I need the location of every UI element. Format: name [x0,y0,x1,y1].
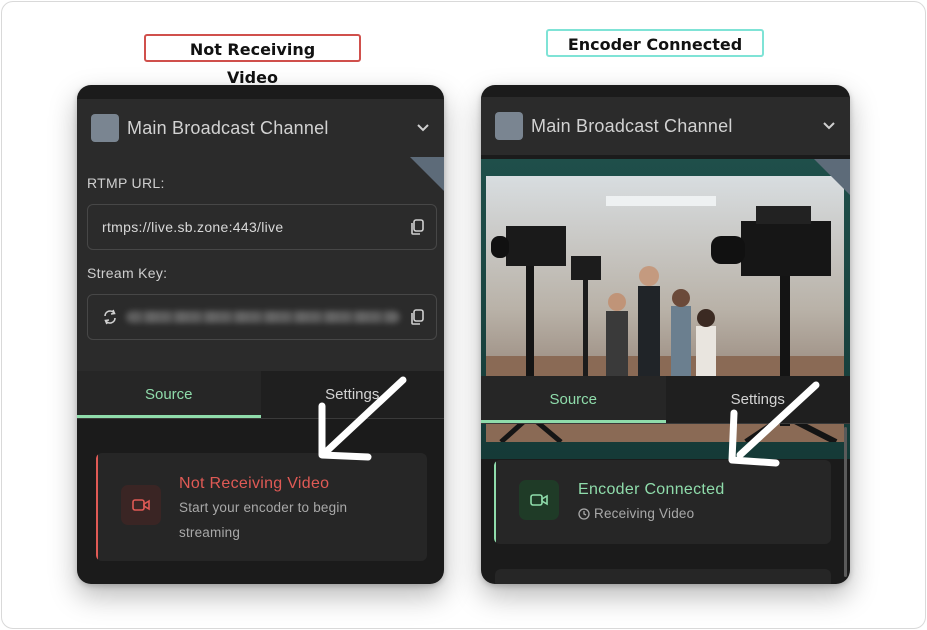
status-accent-bar [494,460,496,544]
corner-ribbon [410,157,444,191]
rtmp-url-value: rtmps://live.sb.zone:443/live [102,219,284,235]
left-broadcast-panel: Main Broadcast Channel RTMP URL: rtmps:/… [77,85,444,584]
status-title: Encoder Connected [578,481,725,498]
channel-avatar [495,112,523,140]
status-subtitle: Receiving Video [594,506,695,521]
scrollbar[interactable] [844,427,847,577]
channel-avatar [91,114,119,142]
video-camera-icon [519,480,559,520]
caption-not-receiving: Not Receiving Video [144,34,361,87]
channel-selector[interactable]: Main Broadcast Channel [77,99,444,157]
channel-title: Main Broadcast Channel [127,117,329,138]
tab-source[interactable]: Source [481,376,666,423]
rtmp-url-label: RTMP URL: [87,175,165,191]
status-title: Not Receiving Video [179,475,330,492]
status-message-line2: streaming [179,525,241,540]
copy-icon[interactable] [408,308,426,326]
clock-icon [578,507,590,520]
arrow-annotation-right [728,381,820,467]
stream-key-masked [126,311,400,323]
stream-key-label: Stream Key: [87,265,168,281]
video-camera-icon [121,485,161,525]
chevron-down-icon[interactable] [416,120,430,136]
status-subtitle-row: Receiving Video [578,501,694,526]
copy-icon[interactable] [408,218,426,236]
ingest-settings-section: RTMP URL: rtmps://live.sb.zone:443/live … [77,157,444,371]
caption-encoder-connected: Encoder Connected [546,29,764,57]
right-broadcast-panel: Main Broadcast Channel Source Settings E… [481,85,850,584]
channel-selector[interactable]: Main Broadcast Channel [481,97,850,155]
corner-ribbon [814,159,850,195]
rtmp-url-field[interactable]: rtmps://live.sb.zone:443/live [87,204,437,250]
next-card-partial [495,569,831,584]
tab-source[interactable]: Source [77,371,261,418]
channel-title: Main Broadcast Channel [531,115,733,136]
status-accent-bar [96,453,98,561]
refresh-icon[interactable] [102,309,118,325]
status-message-line1: Start your encoder to begin [179,500,348,515]
stream-key-field[interactable] [87,294,437,340]
chevron-down-icon[interactable] [822,118,836,134]
arrow-annotation-left [318,376,407,461]
